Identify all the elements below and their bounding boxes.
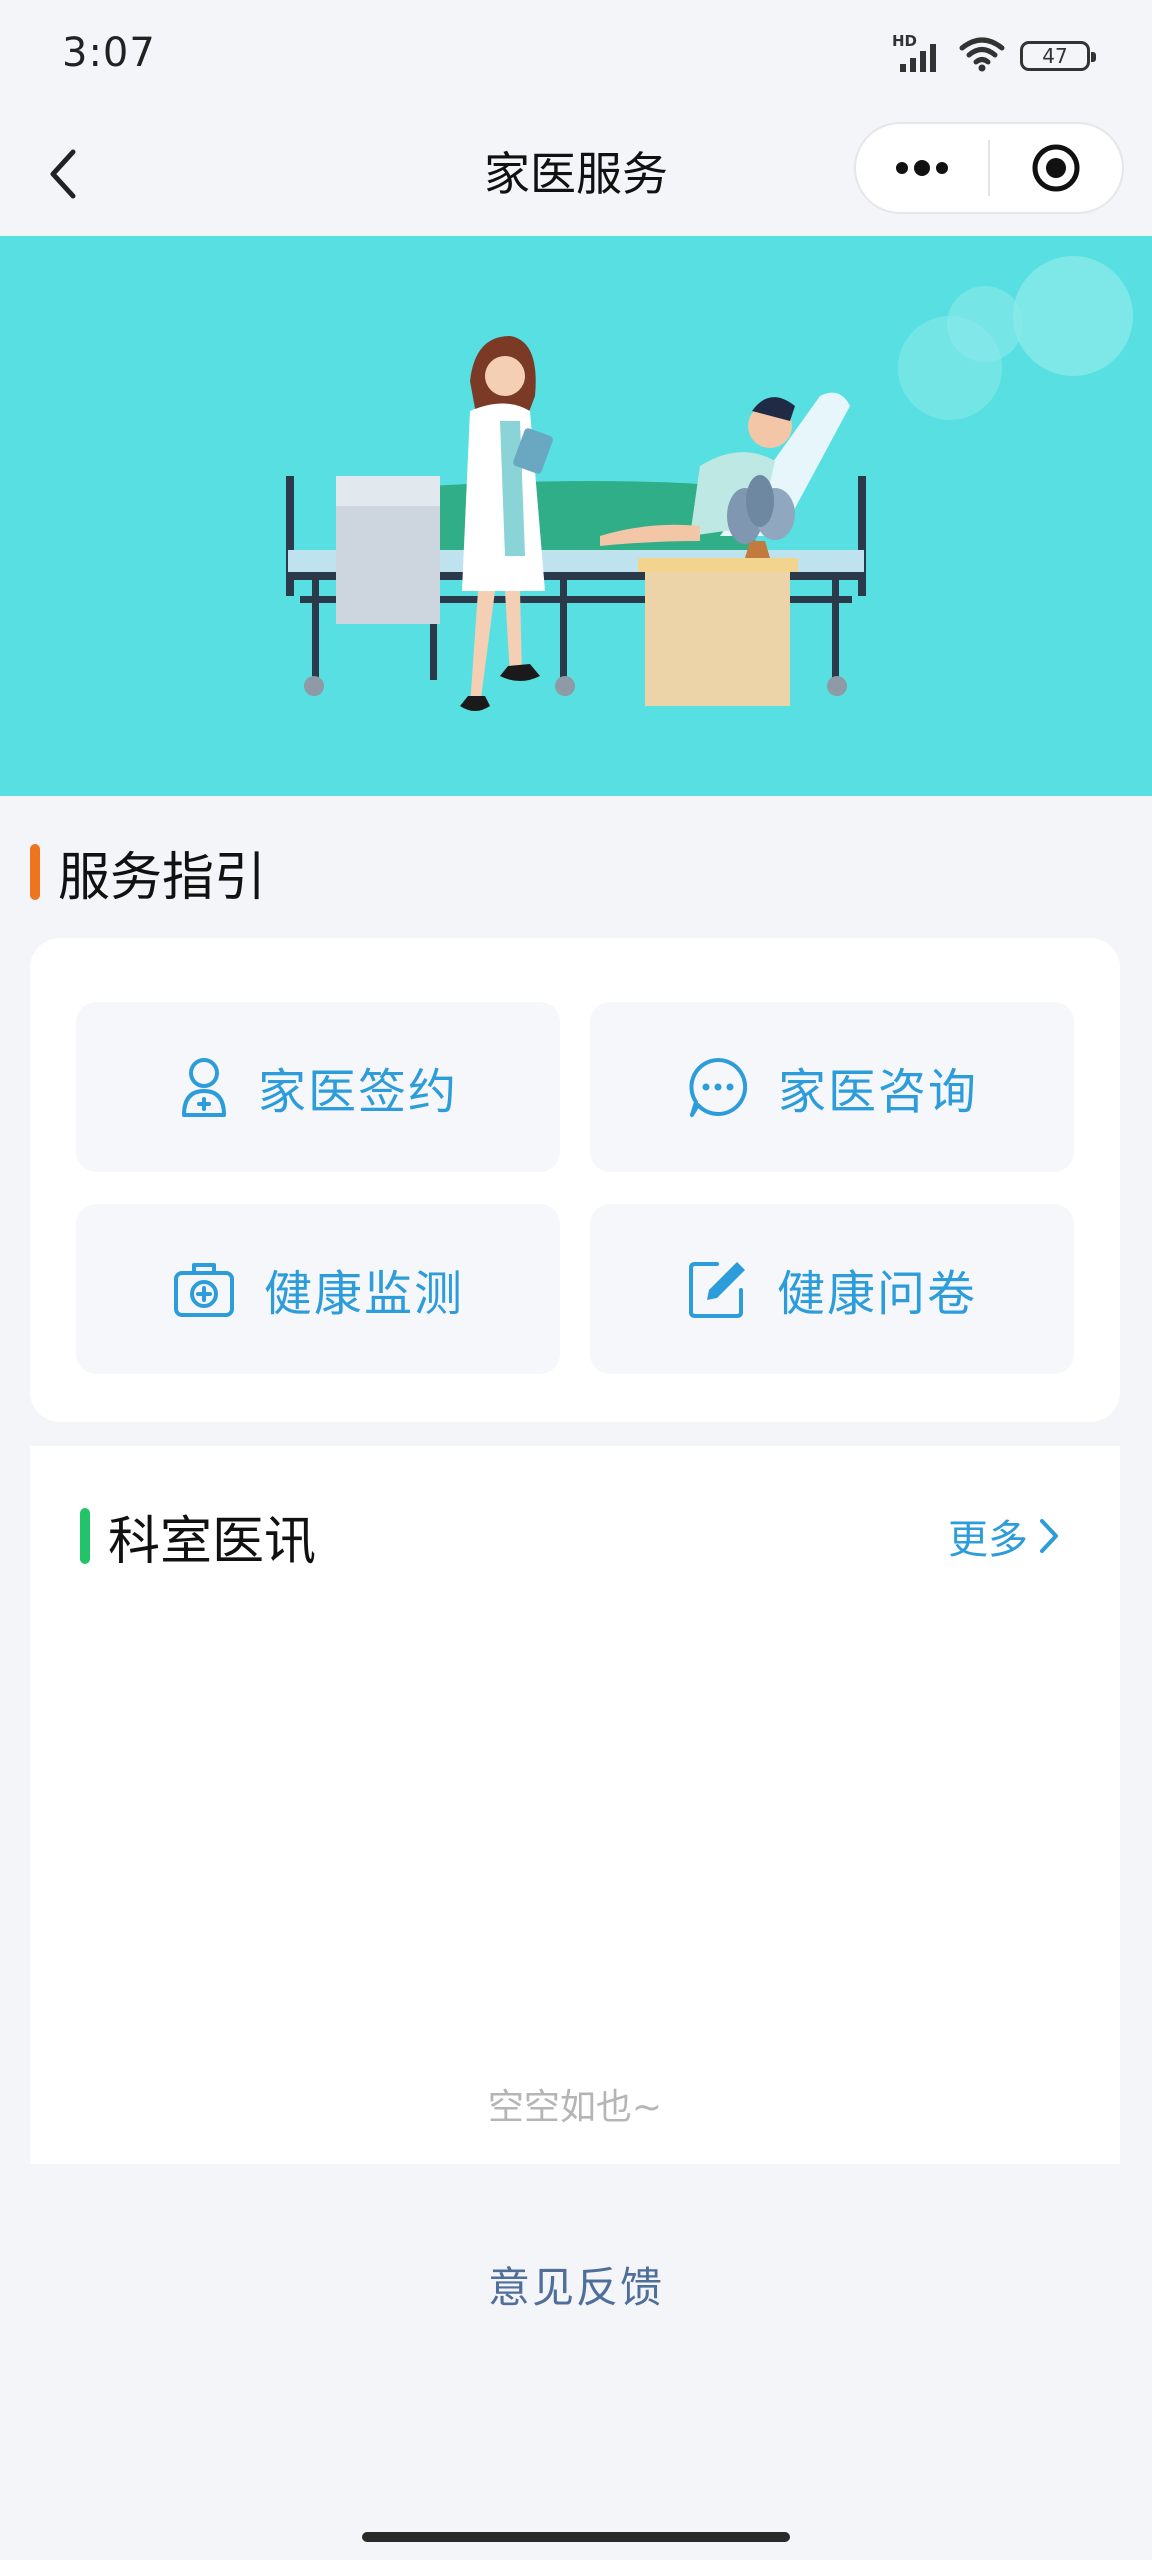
empty-state-text: 空空如也~ (487, 2087, 663, 2128)
more-menu-button[interactable] (856, 124, 988, 212)
status-time: 3:07 (62, 30, 156, 76)
close-mini-program-button[interactable] (990, 124, 1122, 212)
service-grid-card: 家医签约 家医咨询 健康监测 健康问卷 (30, 938, 1120, 1422)
battery-level: 47 (1042, 44, 1068, 68)
nav-bar: 家医服务 (0, 112, 1152, 236)
chevron-right-icon (1040, 1519, 1058, 1553)
battery-icon: 47 (1020, 41, 1096, 71)
department-news-card: 科室医讯 更多 空空如也~ (30, 1446, 1120, 2164)
home-indicator (362, 2532, 790, 2542)
news-section-title: 科室医讯 (108, 1511, 317, 1572)
service-section-title: 服务指引 (58, 847, 267, 908)
service-tile-health-monitoring[interactable]: 健康监测 (76, 1204, 560, 1374)
target-circle-icon (1032, 144, 1080, 192)
service-tile-health-questionnaire[interactable]: 健康问卷 (590, 1204, 1074, 1374)
service-tile-family-doctor-signing[interactable]: 家医签约 (76, 1002, 560, 1172)
service-tile-label: 健康监测 (263, 1266, 464, 1322)
news-section-header: 科室医讯 (80, 1498, 316, 1574)
service-tile-label: 家医咨询 (777, 1064, 978, 1120)
service-accent-bar (30, 844, 40, 900)
doctor-person-icon (181, 1058, 226, 1117)
signal-icon: HD (892, 32, 944, 74)
more-link[interactable]: 更多 (948, 1506, 1060, 1566)
service-tile-label: 家医签约 (257, 1064, 458, 1120)
doctor-visiting-patient-illustration (286, 256, 1133, 711)
banner (0, 236, 1152, 796)
back-button[interactable] (30, 132, 94, 216)
wifi-icon (958, 36, 1006, 76)
edit-form-icon (688, 1262, 745, 1318)
status-icons: HD 47 (892, 32, 1096, 78)
feedback-link[interactable]: 意见反馈 (0, 2254, 1152, 2315)
medical-kit-icon (173, 1263, 234, 1317)
mini-program-capsule (854, 122, 1124, 214)
service-tile-family-doctor-consult[interactable]: 家医咨询 (590, 1002, 1074, 1172)
more-link-label: 更多 (948, 1517, 1028, 1563)
news-accent-bar (80, 1508, 90, 1564)
status-bar: 3:07 HD 47 (0, 0, 1152, 112)
more-dots-icon (896, 160, 948, 176)
service-section-header: 服务指引 (30, 834, 266, 910)
chat-bubble-icon (689, 1057, 748, 1117)
service-tile-label: 健康问卷 (776, 1266, 977, 1322)
chevron-left-icon (50, 149, 76, 199)
